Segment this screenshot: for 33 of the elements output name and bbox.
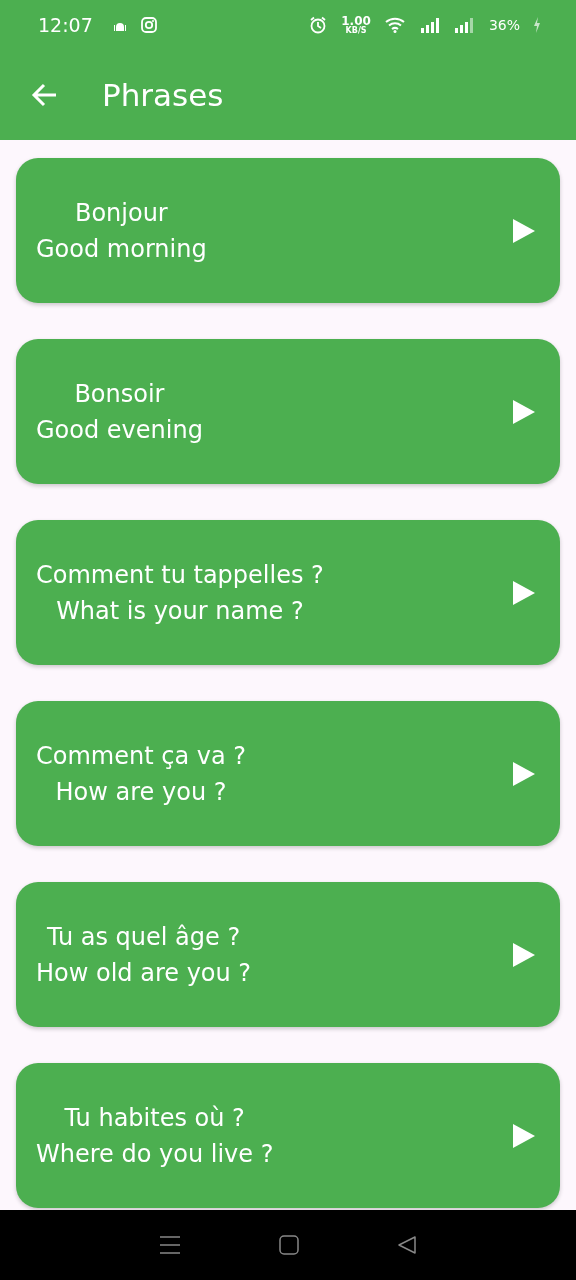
home-icon[interactable] (279, 1235, 299, 1255)
french-phrase: Tu as quel âge ? (46, 922, 241, 951)
english-translation: Good evening (36, 415, 203, 444)
wifi-icon (384, 17, 407, 33)
english-translation: Good morning (36, 234, 207, 263)
back-icon[interactable] (397, 1235, 417, 1255)
english-translation: How old are you ? (36, 958, 252, 987)
battery-level: 36% (488, 17, 520, 33)
network-speed: 1.00 (341, 15, 371, 27)
play-button[interactable] (512, 941, 536, 968)
network-speed-unit: KB/S (345, 27, 367, 35)
french-phrase: Tu habites où ? (64, 1103, 245, 1132)
play-button[interactable] (512, 217, 536, 244)
signal-icon (420, 17, 441, 33)
french-phrase: Comment ça va ? (36, 741, 247, 770)
play-button[interactable] (512, 579, 536, 606)
status-time: 12:07 (38, 14, 93, 36)
menu-icon[interactable] (159, 1235, 181, 1255)
signal-icon (454, 17, 475, 33)
page-title: Phrases (102, 77, 224, 113)
english-translation: Where do you live ? (36, 1139, 274, 1168)
english-translation: What is your name ? (56, 596, 304, 625)
alarm-icon (309, 16, 328, 34)
french-phrase: Bonjour (74, 198, 168, 227)
charging-icon (534, 17, 540, 33)
english-translation: How are you ? (55, 777, 227, 806)
play-button[interactable] (512, 398, 536, 425)
play-button[interactable] (512, 760, 536, 787)
french-phrase: Comment tu tappelles ? (36, 560, 324, 589)
play-button[interactable] (512, 1122, 536, 1149)
camera-icon (140, 17, 157, 33)
back-button[interactable] (30, 81, 58, 109)
french-phrase: Bonsoir (74, 379, 165, 408)
